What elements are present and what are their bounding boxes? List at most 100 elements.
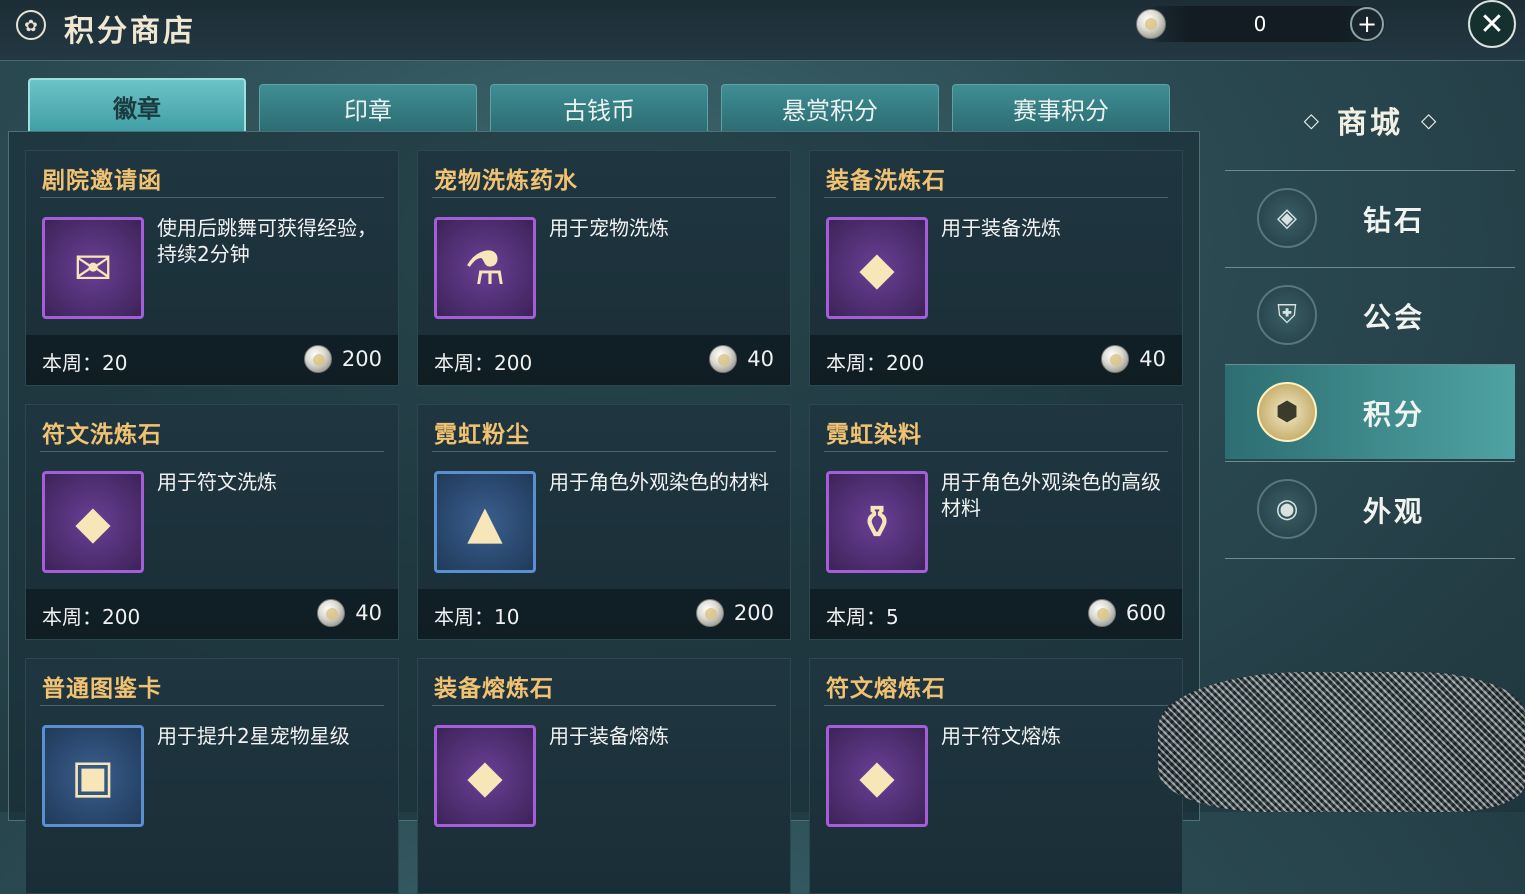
price-value: 200 <box>341 347 382 371</box>
price-value: 40 <box>1139 347 1166 371</box>
divider <box>824 451 1168 452</box>
item-price: 40 <box>317 599 382 627</box>
item-icon-frame[interactable]: ◆ <box>826 217 928 319</box>
sidebar-item-2[interactable]: ⬢ 积分 <box>1225 364 1515 459</box>
currency-display: 0 + <box>1136 6 1385 42</box>
violet-ore-icon: ◆ <box>859 749 895 803</box>
item-name: 符文洗炼石 <box>42 422 162 448</box>
shop-item-card[interactable]: 符文洗炼石 ◆ 用于符文洗炼本周：200 40 <box>25 404 399 640</box>
item-icon-frame[interactable]: ◆ <box>42 471 144 573</box>
purple-crystal-icon: ◆ <box>75 495 111 549</box>
sidebar-item-3[interactable]: ◉ 外观 <box>1225 461 1515 556</box>
item-footer: 本周：20 200 <box>26 335 398 385</box>
item-description: 用于角色外观染色的高级材料 <box>941 470 1161 520</box>
coin-icon <box>1087 599 1116 627</box>
item-icon-frame[interactable]: ⚱ <box>826 471 928 573</box>
dye-bottle-icon: ⚱ <box>857 495 897 549</box>
sidebar-item-0[interactable]: ◈ 钻石 <box>1225 170 1515 265</box>
price-value: 600 <box>1125 601 1166 625</box>
item-description: 用于符文熔炼 <box>941 724 1061 748</box>
tab-3[interactable]: 悬赏积分 <box>721 84 939 131</box>
sidebar-header: ◇ 商城 ◇ <box>1225 70 1515 170</box>
item-footer: 本周：5 600 <box>810 589 1182 639</box>
rainbow-dust-icon: ▲ <box>467 495 503 549</box>
noise-overlay <box>1158 672 1525 812</box>
sidebar-title: 商城 <box>1337 106 1403 141</box>
item-footer: 本周：200 40 <box>26 589 398 639</box>
weekly-limit: 本周：200 <box>826 351 925 375</box>
orange-crystal-icon: ◆ <box>859 241 895 295</box>
shop-item-card[interactable]: 霓虹粉尘 ▲ 用于角色外观染色的材料 本周：10 200 <box>417 404 791 640</box>
shop-item-card[interactable]: 普通图鉴卡 ▣ 用于提升2星宠物星级 <box>25 658 399 894</box>
sidebar-item-label: 钻石 <box>1363 204 1426 237</box>
shop-item-card[interactable]: 装备洗炼石 ◆ 用于装备洗炼本周：200 40 <box>809 150 1183 386</box>
item-price: 200 <box>303 345 382 373</box>
potion-icon: ⚗ <box>464 241 506 295</box>
coin-icon <box>317 599 346 627</box>
shop-item-card[interactable]: 剧院邀请函 ✉ 使用后跳舞可获得经验，持续2分钟本周：20 200 <box>25 150 399 386</box>
weekly-limit: 本周：20 <box>42 351 128 375</box>
item-name: 装备洗炼石 <box>826 168 946 194</box>
add-currency-button[interactable]: + <box>1350 7 1384 41</box>
item-description: 用于宠物洗炼 <box>549 216 669 240</box>
item-footer: 本周：200 40 <box>418 335 790 385</box>
item-name: 霓虹粉尘 <box>434 422 530 448</box>
shop-item-card[interactable]: 符文熔炼石 ◆ 用于符文熔炼 <box>809 658 1183 894</box>
item-description: 使用后跳舞可获得经验，持续2分钟 <box>157 216 377 266</box>
tab-0[interactable]: 徽章 <box>28 78 246 132</box>
guild-banner-icon: ⛨ <box>1257 285 1317 345</box>
weekly-limit: 本周：5 <box>826 605 899 629</box>
item-name: 霓虹染料 <box>826 422 922 448</box>
item-price: 40 <box>709 345 774 373</box>
currency-value: 0 <box>1253 12 1267 36</box>
price-value: 200 <box>733 601 774 625</box>
divider <box>40 451 384 452</box>
divider <box>432 451 776 452</box>
item-description: 用于提升2星宠物星级 <box>157 724 350 748</box>
ornament-left-icon: ◇ <box>1303 108 1319 132</box>
divider <box>824 197 1168 198</box>
sidebar-item-1[interactable]: ⛨ 公会 <box>1225 267 1515 362</box>
invitation-letter-icon: ✉ <box>73 241 113 295</box>
item-name: 宠物洗炼药水 <box>434 168 578 194</box>
divider <box>824 705 1168 706</box>
sidebar-item-label: 外观 <box>1363 495 1426 528</box>
divider <box>40 705 384 706</box>
item-description: 用于符文洗炼 <box>157 470 277 494</box>
price-value: 40 <box>355 601 382 625</box>
item-name: 普通图鉴卡 <box>42 676 162 702</box>
item-description: 用于装备洗炼 <box>941 216 1061 240</box>
item-icon-frame[interactable]: ✉ <box>42 217 144 319</box>
sidebar-item-label: 积分 <box>1363 398 1426 431</box>
page-title: 积分商店 <box>64 14 196 49</box>
item-icon-frame[interactable]: ▲ <box>434 471 536 573</box>
item-price: 40 <box>1101 345 1166 373</box>
item-price: 600 <box>1087 599 1166 627</box>
divider <box>432 197 776 198</box>
tab-4[interactable]: 赛事积分 <box>952 84 1170 131</box>
amber-ore-icon: ◆ <box>467 749 503 803</box>
sidebar-item-label: 公会 <box>1363 301 1426 334</box>
weekly-limit: 本周：200 <box>434 351 533 375</box>
item-footer: 本周：200 40 <box>810 335 1182 385</box>
item-footer: 本周：10 200 <box>418 589 790 639</box>
shop-item-card[interactable]: 装备熔炼石 ◆ 用于装备熔炼 <box>417 658 791 894</box>
appearance-icon: ◉ <box>1257 479 1317 539</box>
coin-icon <box>709 345 738 373</box>
tab-2[interactable]: 古钱币 <box>490 84 708 131</box>
shop-item-card[interactable]: 宠物洗炼药水 ⚗ 用于宠物洗炼本周：200 40 <box>417 150 791 386</box>
price-value: 40 <box>747 347 774 371</box>
item-price: 200 <box>695 599 774 627</box>
diamond-icon: ◈ <box>1257 188 1317 248</box>
shop-item-card[interactable]: 霓虹染料 ⚱ 用于角色外观染色的高级材料本周：5 600 <box>809 404 1183 640</box>
item-description: 用于装备熔炼 <box>549 724 669 748</box>
shop-emblem-icon: ✿ <box>16 10 46 40</box>
close-button[interactable]: ✕ <box>1468 0 1516 48</box>
coin-icon <box>1136 9 1166 39</box>
coin-icon <box>303 345 332 373</box>
item-icon-frame[interactable]: ⚗ <box>434 217 536 319</box>
item-name: 装备熔炼石 <box>434 676 554 702</box>
coin-icon <box>1101 345 1130 373</box>
item-name: 剧院邀请函 <box>42 168 162 194</box>
tab-1[interactable]: 印章 <box>259 84 477 131</box>
